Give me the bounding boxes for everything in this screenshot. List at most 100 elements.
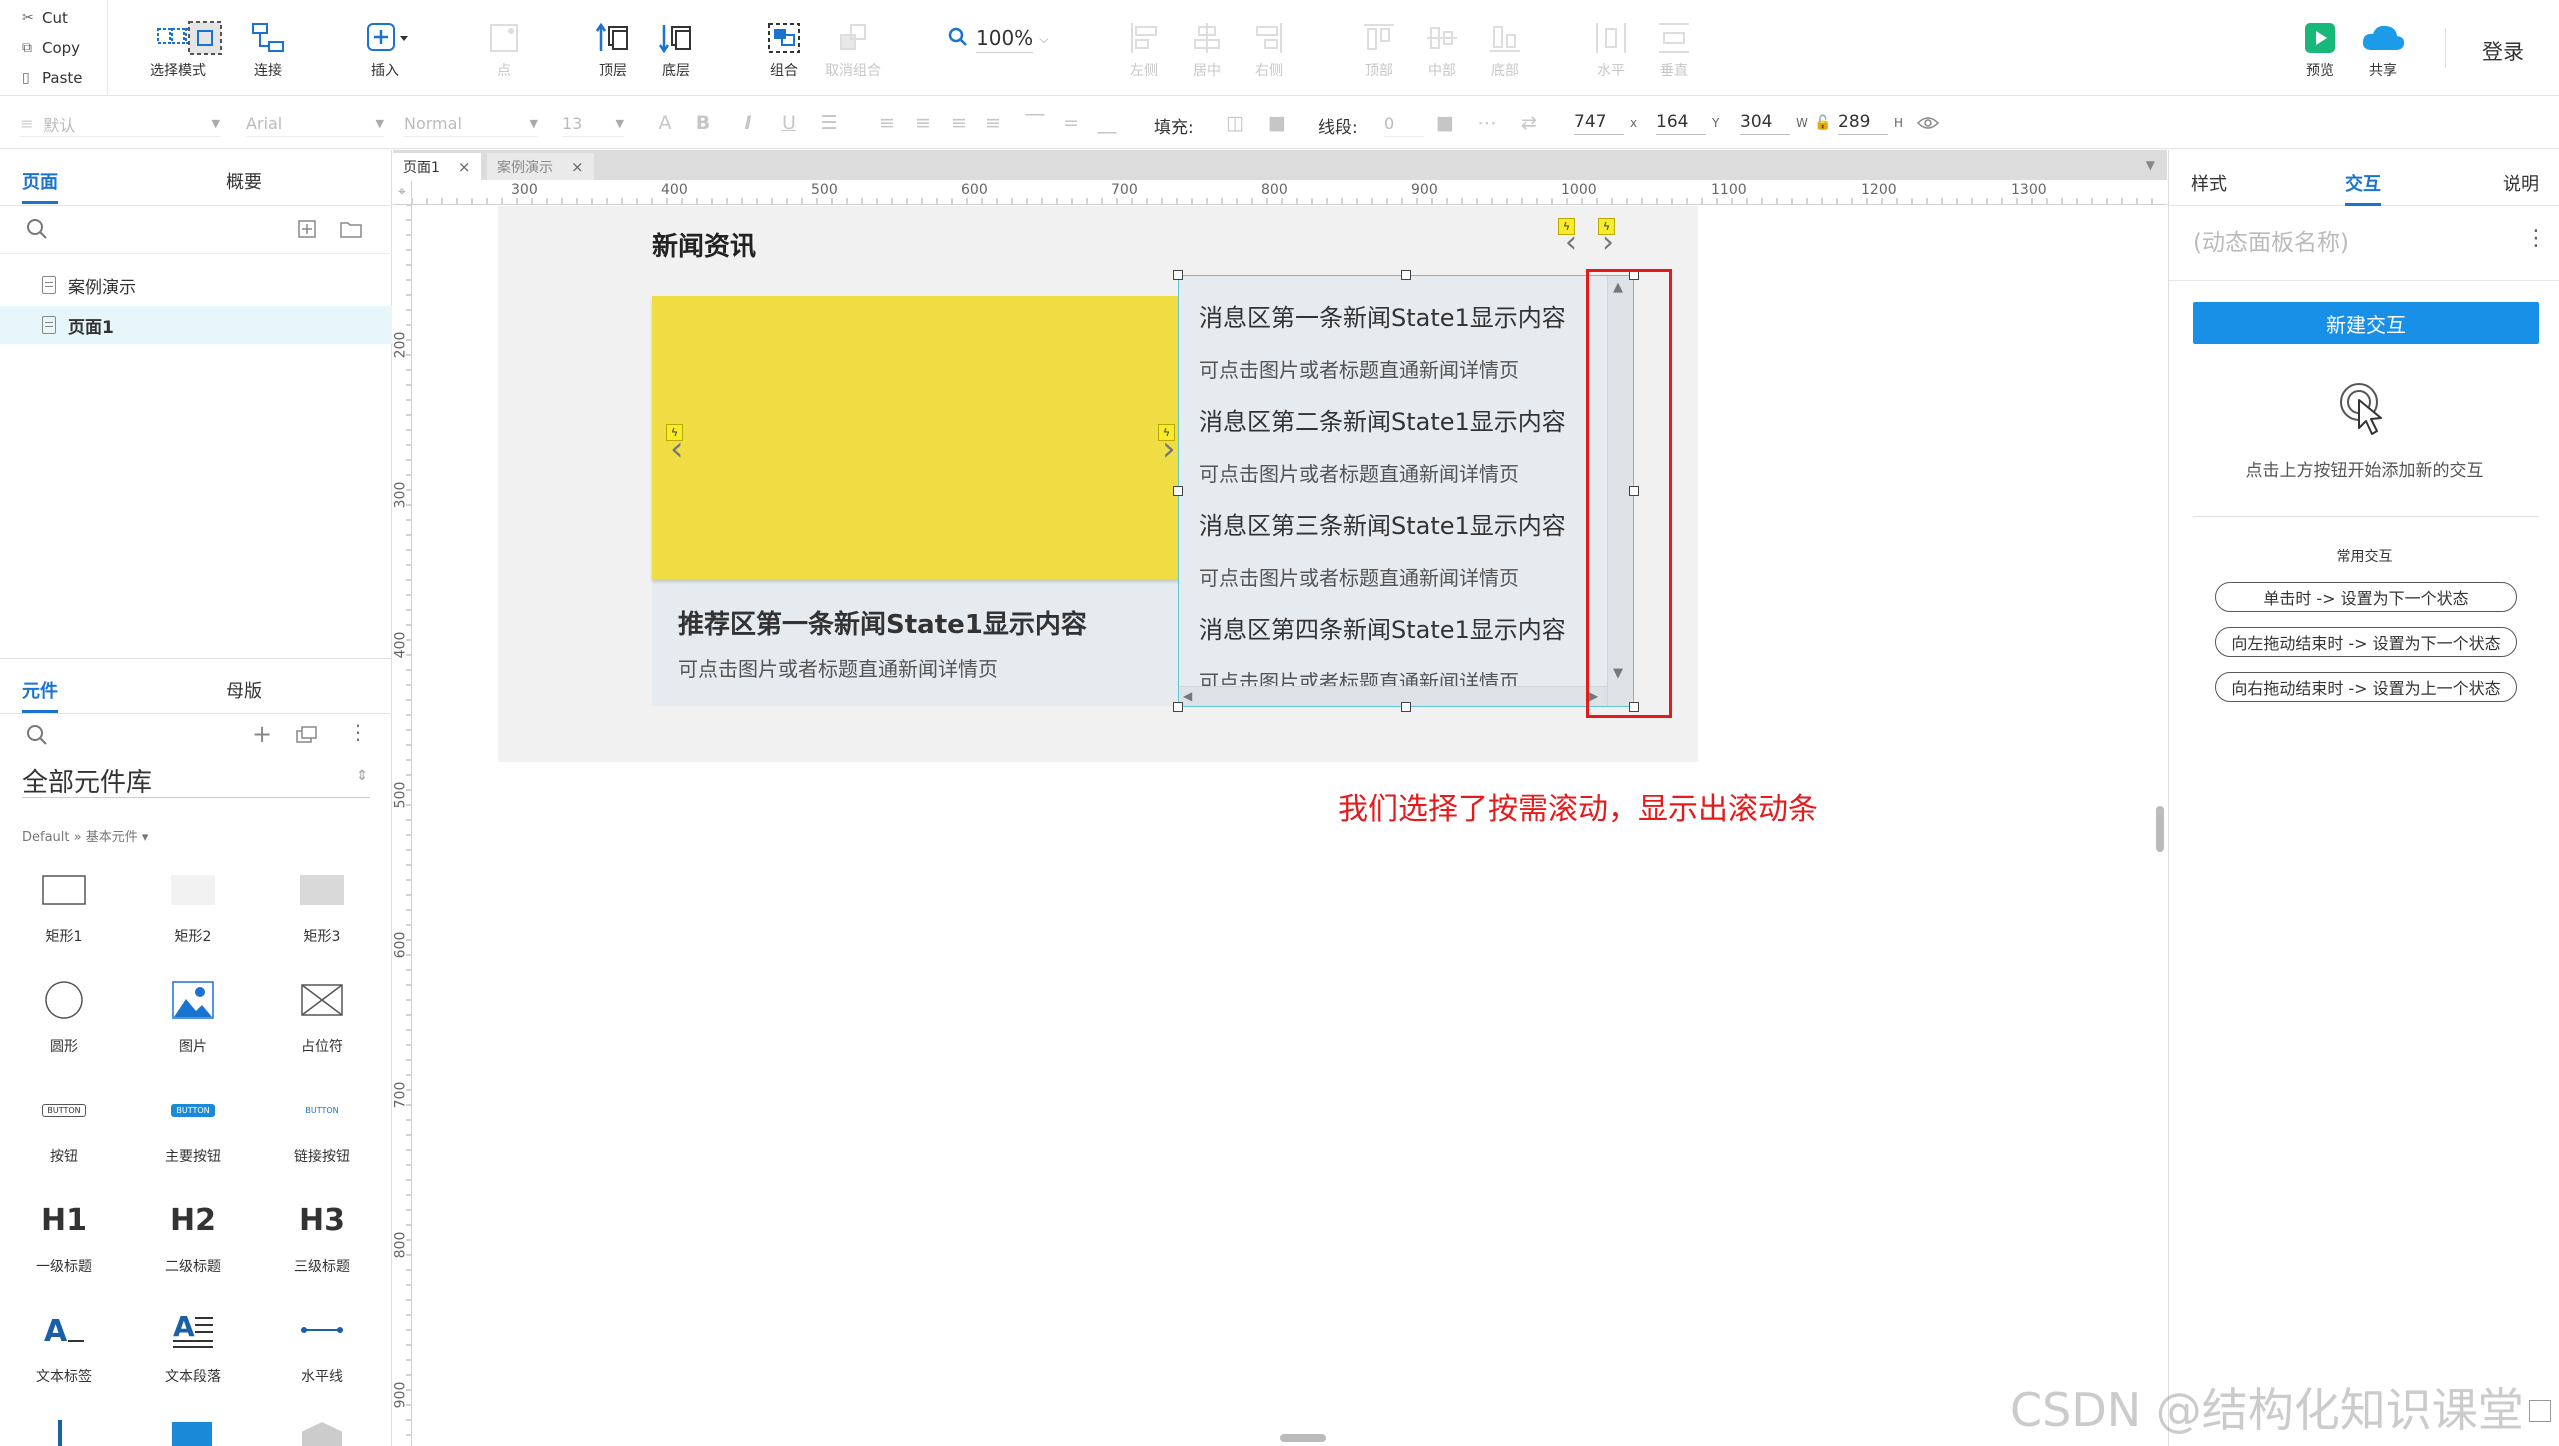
valign-middle-icon[interactable]: = <box>1058 109 1084 137</box>
align-bottom-button[interactable]: 底部 <box>1460 18 1550 88</box>
chevron-right-icon[interactable]: › <box>1602 228 1614 258</box>
panel-name-input[interactable]: (动态面板名称) <box>2193 220 2533 260</box>
design-canvas[interactable]: 新闻资讯 ϟ ‹ ϟ › 推荐区第一条新闻State1显示内容 可点击图片或者标… <box>413 206 2167 1446</box>
tabs-dropdown-icon[interactable]: ▼ <box>2146 158 2155 172</box>
featured-news-image[interactable] <box>652 296 1203 579</box>
message-title[interactable]: 消息区第一条新闻State1显示内容 <box>1199 298 1566 333</box>
widget-button[interactable]: BUTTON 按钮 <box>4 1080 124 1190</box>
point-button[interactable]: 点 <box>459 18 549 88</box>
widget-rect1[interactable]: 矩形1 <box>4 860 124 970</box>
page-item-page1[interactable]: 页面1 <box>0 306 392 344</box>
widget-h1[interactable]: H1 一级标题 <box>4 1190 124 1300</box>
ungroup-button[interactable]: 取消组合 <box>808 18 898 88</box>
news-section-title[interactable]: 新闻资讯 <box>652 226 756 263</box>
widget-h3[interactable]: H3 三级标题 <box>262 1190 382 1300</box>
distribute-vertical-button[interactable]: 垂直 <box>1629 18 1719 88</box>
resize-handle[interactable] <box>1401 702 1411 712</box>
chevron-right-icon[interactable]: › <box>1162 432 1176 466</box>
font-weight-select[interactable]: Normal ▼ <box>404 111 538 137</box>
message-title[interactable]: 消息区第三条新闻State1显示内容 <box>1199 506 1566 541</box>
resize-handle[interactable] <box>1173 270 1183 280</box>
style-select[interactable]: ≡ 默认 ▼ <box>20 111 220 137</box>
bold-icon[interactable]: B <box>690 109 716 137</box>
widget-horizontal-line[interactable]: 水平线 <box>262 1300 382 1410</box>
bullet-list-icon[interactable]: ☰ <box>816 109 842 137</box>
close-icon[interactable]: × <box>571 158 584 176</box>
resize-handle[interactable] <box>1401 270 1411 280</box>
close-icon[interactable]: × <box>458 158 471 176</box>
search-icon[interactable] <box>26 218 48 244</box>
line-color-icon[interactable]: ■ <box>1432 109 1458 137</box>
h-field[interactable]: 289 H <box>1838 108 1903 138</box>
font-family-select[interactable]: Arial ▼ <box>246 111 384 137</box>
panel-toggle-icon[interactable] <box>2529 1400 2551 1422</box>
horizontal-scrollbar[interactable]: ◀ ▶ <box>1179 686 1607 706</box>
fill-color-icon[interactable]: ◫ <box>1222 109 1248 137</box>
cut-button[interactable]: ✂ Cut <box>22 4 68 32</box>
align-text-center-icon[interactable]: ≡ <box>910 109 936 137</box>
valign-top-icon[interactable]: ⎺ <box>1022 109 1048 137</box>
library-copy-icon[interactable] <box>296 726 318 748</box>
widget-h2[interactable]: H2 二级标题 <box>133 1190 253 1300</box>
chevron-left-icon[interactable]: ‹ <box>1565 228 1577 258</box>
widget-rect3[interactable]: 矩形3 <box>262 860 382 970</box>
tab-notes[interactable]: 说明 <box>2503 170 2539 196</box>
share-button[interactable]: 共享 <box>2338 18 2428 88</box>
tab-style[interactable]: 样式 <box>2191 170 2227 196</box>
zoom-select[interactable]: 100% ⌵ <box>948 26 1048 53</box>
common-interaction-drag-left-next[interactable]: 向左拖动结束时 -> 设置为下一个状态 <box>2215 627 2517 657</box>
font-color-icon[interactable]: A <box>652 109 678 137</box>
insert-button[interactable]: 插入 <box>340 18 430 88</box>
ruler-origin-icon[interactable]: ⌖ <box>393 181 412 205</box>
library-breadcrumb[interactable]: Default » 基本元件 ▾ <box>22 826 148 845</box>
common-interaction-drag-right-prev[interactable]: 向右拖动结束时 -> 设置为上一个状态 <box>2215 672 2517 702</box>
widget-image[interactable]: 图片 <box>133 970 253 1080</box>
copy-button[interactable]: ⧉ Copy <box>22 34 80 62</box>
italic-icon[interactable]: I <box>735 109 761 137</box>
align-text-justify-icon[interactable]: ≡ <box>980 109 1006 137</box>
tab-page1[interactable]: 页面1 × <box>393 153 481 180</box>
tab-masters[interactable]: 母版 <box>226 677 262 703</box>
message-dynamic-panel[interactable]: 消息区第一条新闻State1显示内容 可点击图片或者标题直通新闻详情页 消息区第… <box>1178 275 1634 707</box>
visibility-eye-icon[interactable] <box>1916 108 1940 138</box>
w-field[interactable]: 304 W <box>1740 108 1808 138</box>
arrow-style-icon[interactable]: ⇄ <box>1516 109 1542 137</box>
align-right-button[interactable]: 右侧 <box>1224 18 1314 88</box>
widget-link-button[interactable]: BUTTON 链接按钮 <box>262 1080 382 1190</box>
align-text-left-icon[interactable]: ≡ <box>874 109 900 137</box>
add-page-icon[interactable] <box>298 220 316 242</box>
page-item-demo[interactable]: 案例演示 <box>0 266 392 304</box>
scroll-left-icon[interactable]: ◀ <box>1183 689 1192 703</box>
widget-text-label[interactable]: A 文本标签 <box>4 1300 124 1410</box>
font-size-select[interactable]: 13 ▼ <box>562 111 624 137</box>
widget-circle[interactable]: 圆形 <box>4 970 124 1080</box>
canvas-horizontal-scroll-thumb[interactable] <box>1280 1434 1326 1442</box>
shadow-icon[interactable]: ■ <box>1264 109 1290 137</box>
resize-handle[interactable] <box>1173 702 1183 712</box>
common-interaction-click-next[interactable]: 单击时 -> 设置为下一个状态 <box>2215 582 2517 612</box>
search-icon[interactable] <box>26 724 48 750</box>
align-text-right-icon[interactable]: ≡ <box>946 109 972 137</box>
paste-button[interactable]: ▯ Paste <box>22 64 83 92</box>
library-select[interactable]: 全部元件库 ⇕ <box>22 762 370 798</box>
widget-primary-button[interactable]: BUTTON 主要按钮 <box>133 1080 253 1190</box>
y-field[interactable]: 164 Y <box>1656 108 1719 138</box>
widget-text-paragraph[interactable]: A 文本段落 <box>133 1300 253 1410</box>
tab-demo[interactable]: 案例演示 × <box>487 153 594 180</box>
featured-news-title[interactable]: 推荐区第一条新闻State1显示内容 <box>678 604 1087 641</box>
featured-news-panel[interactable]: ϟ ‹ ϟ › 推荐区第一条新闻State1显示内容 可点击图片或者标题直通新闻… <box>652 296 1203 706</box>
message-title[interactable]: 消息区第二条新闻State1显示内容 <box>1199 402 1566 437</box>
more-vertical-icon[interactable]: ⋮ <box>348 720 368 744</box>
login-button[interactable]: 登录 <box>2482 36 2524 66</box>
line-style-icon[interactable]: ⋯ <box>1474 109 1500 137</box>
tab-interactions[interactable]: 交互 <box>2345 170 2381 206</box>
widget-rect2[interactable]: 矩形2 <box>133 860 253 970</box>
connect-button[interactable]: 连接 <box>223 18 313 88</box>
widget-placeholder[interactable]: 占位符 <box>262 970 382 1080</box>
more-vertical-icon[interactable]: ⋮ <box>2525 226 2547 251</box>
lock-ratio-icon[interactable]: 🔓 <box>1814 108 1831 138</box>
chevron-left-icon[interactable]: ‹ <box>670 432 684 466</box>
message-title[interactable]: 消息区第四条新闻State1显示内容 <box>1199 610 1566 645</box>
tab-widgets[interactable]: 元件 <box>22 677 58 713</box>
x-field[interactable]: 747 x <box>1574 108 1637 138</box>
